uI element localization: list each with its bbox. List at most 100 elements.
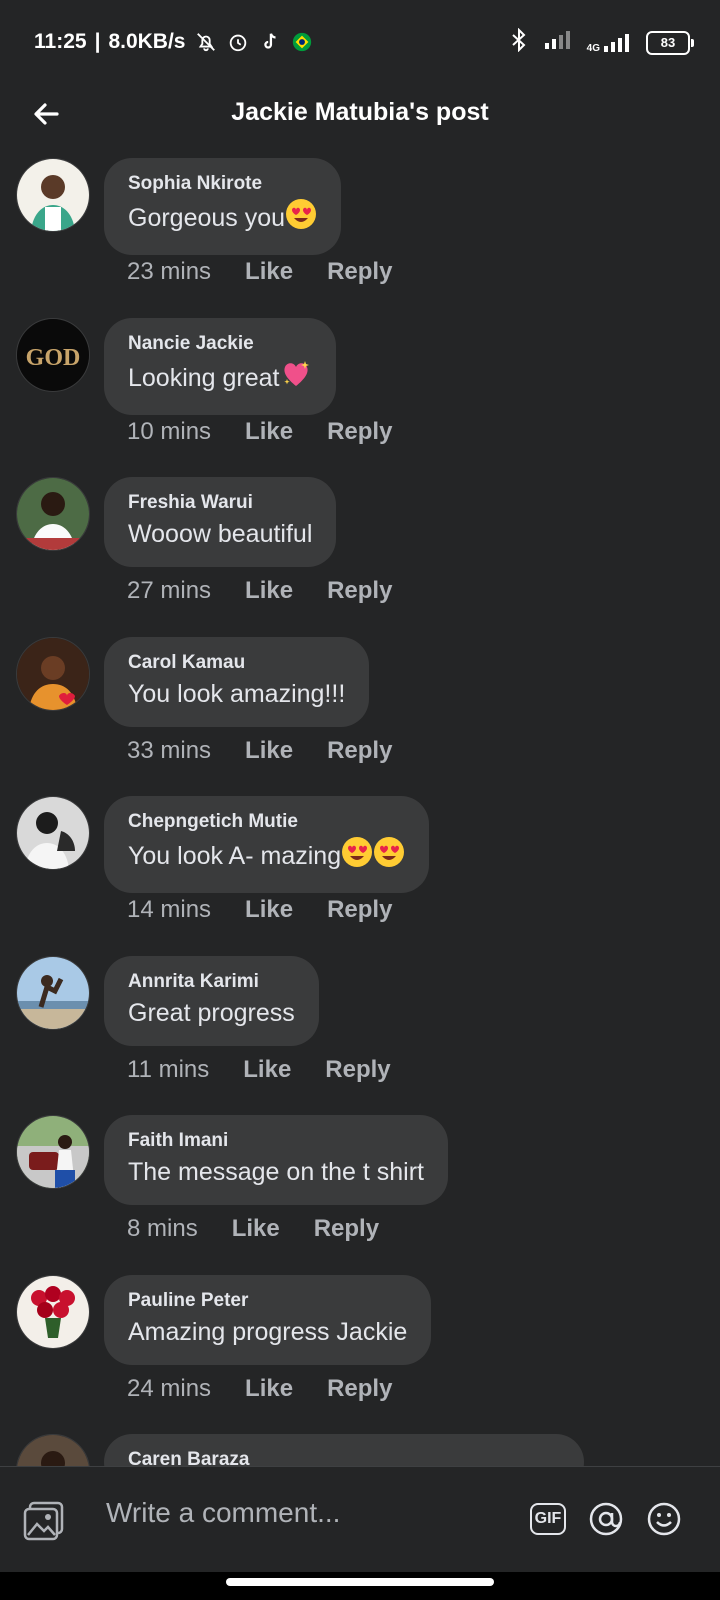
gif-button[interactable]: GIF bbox=[530, 1503, 566, 1535]
comment-bubble[interactable]: Pauline Peter Amazing progress Jackie bbox=[104, 1274, 432, 1365]
reply-button[interactable]: Reply bbox=[327, 1375, 392, 1403]
header: Jackie Matubia's post bbox=[0, 86, 720, 152]
bluetooth-icon bbox=[509, 27, 529, 57]
comment-meta: 23 mins Like Reply bbox=[127, 258, 392, 286]
comment-compose-bar: Write a comment... GIF bbox=[0, 1466, 720, 1573]
commenter-name[interactable]: Caren Baraza bbox=[128, 1448, 560, 1466]
status-left: 11:25 | 8.0KB/s bbox=[34, 30, 314, 54]
comment-item: Pauline Peter Amazing progress Jackie 24… bbox=[0, 1269, 720, 1429]
commenter-name[interactable]: Freshia Warui bbox=[128, 491, 312, 515]
comment-text: You look amazing!!! bbox=[128, 679, 346, 708]
tiktok-icon bbox=[258, 30, 282, 54]
reply-button[interactable]: Reply bbox=[327, 896, 392, 924]
comment-bubble[interactable]: Faith Imani The message on the t shirt bbox=[104, 1115, 448, 1205]
commenter-name[interactable]: Carol Kamau bbox=[128, 651, 345, 675]
reply-button[interactable]: Reply bbox=[314, 1215, 379, 1243]
like-button[interactable]: Like bbox=[232, 1215, 280, 1243]
comment-text: Gorgeous you bbox=[128, 198, 317, 239]
battery-icon: 83 bbox=[646, 30, 694, 55]
comment-time: 24 mins bbox=[127, 1374, 212, 1402]
comment-bubble[interactable]: Carol Kamau You look amazing!!! bbox=[104, 636, 370, 727]
comment-text: You look A- mazing bbox=[128, 836, 405, 877]
commenter-name[interactable]: Faith Imani bbox=[128, 1129, 424, 1153]
comment-item: Sophia Nkirote Gorgeous you 23 mins Like… bbox=[0, 152, 720, 312]
comment-time: 8 mins bbox=[127, 1215, 198, 1242]
mute-icon bbox=[194, 30, 218, 54]
comment-text-content: Looking great bbox=[128, 363, 280, 392]
comment-time: 10 mins bbox=[127, 417, 212, 445]
heart-eyes-emoji-icon bbox=[285, 198, 317, 239]
avatar[interactable] bbox=[16, 1115, 90, 1189]
reply-button[interactable]: Reply bbox=[327, 418, 392, 446]
clock: 11:25 bbox=[34, 30, 87, 53]
like-button[interactable]: Like bbox=[245, 1375, 293, 1403]
comment-meta: 24 mins Like Reply bbox=[127, 1375, 392, 1403]
svg-text:GOD: GOD bbox=[26, 345, 81, 371]
comment-text: Great progress bbox=[128, 998, 295, 1027]
comment-meta: 27 mins Like Reply bbox=[127, 577, 392, 605]
emoji-button[interactable] bbox=[646, 1501, 682, 1537]
network-type: 4G bbox=[586, 42, 600, 54]
comment-item: Caren Baraza bbox=[0, 1428, 720, 1466]
like-button[interactable]: Like bbox=[245, 258, 293, 286]
comment-text: The message on the t shirt bbox=[128, 1158, 424, 1186]
commenter-name[interactable]: Annrita Karimi bbox=[128, 970, 295, 994]
comment-input[interactable]: Write a comment... bbox=[106, 1497, 340, 1529]
comment-meta: 14 mins Like Reply bbox=[127, 896, 392, 924]
like-button[interactable]: Like bbox=[243, 1056, 291, 1084]
comment-time: 11 mins bbox=[127, 1055, 210, 1083]
commenter-name[interactable]: Chepngetich Mutie bbox=[128, 810, 405, 834]
commenter-name[interactable]: Pauline Peter bbox=[128, 1289, 407, 1313]
avatar[interactable] bbox=[16, 1274, 90, 1349]
comment-item: GOD Nancie Jackie Looking great 10 mins … bbox=[0, 312, 720, 472]
photo-button[interactable] bbox=[22, 1499, 66, 1543]
comment-meta: 11 mins Like Reply bbox=[127, 1056, 391, 1084]
comment-time: 33 mins bbox=[127, 736, 212, 764]
comment-time: 27 mins bbox=[127, 577, 212, 604]
mention-button[interactable] bbox=[588, 1501, 624, 1537]
like-button[interactable]: Like bbox=[245, 896, 293, 924]
comment-item: Freshia Warui Wooow beautiful 27 mins Li… bbox=[0, 471, 720, 631]
emoji-icon bbox=[647, 1502, 681, 1536]
comment-time: 23 mins bbox=[127, 258, 212, 285]
avatar[interactable]: GOD bbox=[16, 317, 90, 392]
mention-icon bbox=[589, 1502, 623, 1536]
home-indicator[interactable] bbox=[226, 1578, 494, 1586]
avatar[interactable] bbox=[16, 158, 90, 232]
heart-eyes-emoji-icon bbox=[341, 836, 373, 877]
reply-button[interactable]: Reply bbox=[325, 1056, 390, 1084]
avatar[interactable] bbox=[16, 636, 90, 711]
comment-bubble[interactable]: Sophia Nkirote Gorgeous you bbox=[104, 158, 342, 255]
comment-item: Carol Kamau You look amazing!!! 33 mins … bbox=[0, 631, 720, 791]
comment-bubble[interactable]: Chepngetich Mutie You look A- mazing bbox=[104, 796, 430, 893]
page-title: Jackie Matubia's post bbox=[231, 98, 489, 126]
reply-button[interactable]: Reply bbox=[327, 737, 392, 765]
like-button[interactable]: Like bbox=[245, 737, 293, 765]
sparkling-heart-emoji-icon bbox=[280, 358, 312, 399]
comment-text-content: You look A- mazing bbox=[128, 842, 342, 870]
comment-item: Faith Imani The message on the t shirt 8… bbox=[0, 1109, 720, 1269]
brazil-flag-icon bbox=[290, 30, 314, 54]
status-bar: 11:25 | 8.0KB/s 4G 83 bbox=[0, 0, 720, 86]
commenter-name[interactable]: Sophia Nkirote bbox=[128, 172, 317, 196]
like-button[interactable]: Like bbox=[245, 418, 293, 446]
comment-meta: 33 mins Like Reply bbox=[127, 737, 392, 765]
signal-4g-icon: 4G bbox=[587, 32, 632, 54]
reply-button[interactable]: Reply bbox=[327, 577, 392, 605]
reply-button[interactable]: Reply bbox=[327, 258, 392, 286]
like-button[interactable]: Like bbox=[245, 577, 293, 605]
commenter-name[interactable]: Nancie Jackie bbox=[128, 332, 312, 356]
signal-icon bbox=[543, 29, 573, 56]
avatar[interactable] bbox=[16, 796, 90, 870]
alarm-icon bbox=[226, 30, 250, 54]
avatar[interactable] bbox=[16, 1434, 90, 1466]
photo-icon bbox=[23, 1501, 64, 1541]
comment-bubble[interactable]: Nancie Jackie Looking great bbox=[104, 317, 336, 415]
status-right: 4G 83 bbox=[509, 27, 694, 57]
avatar[interactable] bbox=[16, 477, 90, 551]
comment-bubble[interactable]: Annrita Karimi Great progress bbox=[104, 955, 319, 1046]
battery-level: 83 bbox=[660, 35, 676, 50]
comment-bubble[interactable]: Caren Baraza bbox=[104, 1434, 584, 1466]
avatar[interactable] bbox=[16, 955, 90, 1030]
comment-bubble[interactable]: Freshia Warui Wooow beautiful bbox=[104, 477, 337, 567]
